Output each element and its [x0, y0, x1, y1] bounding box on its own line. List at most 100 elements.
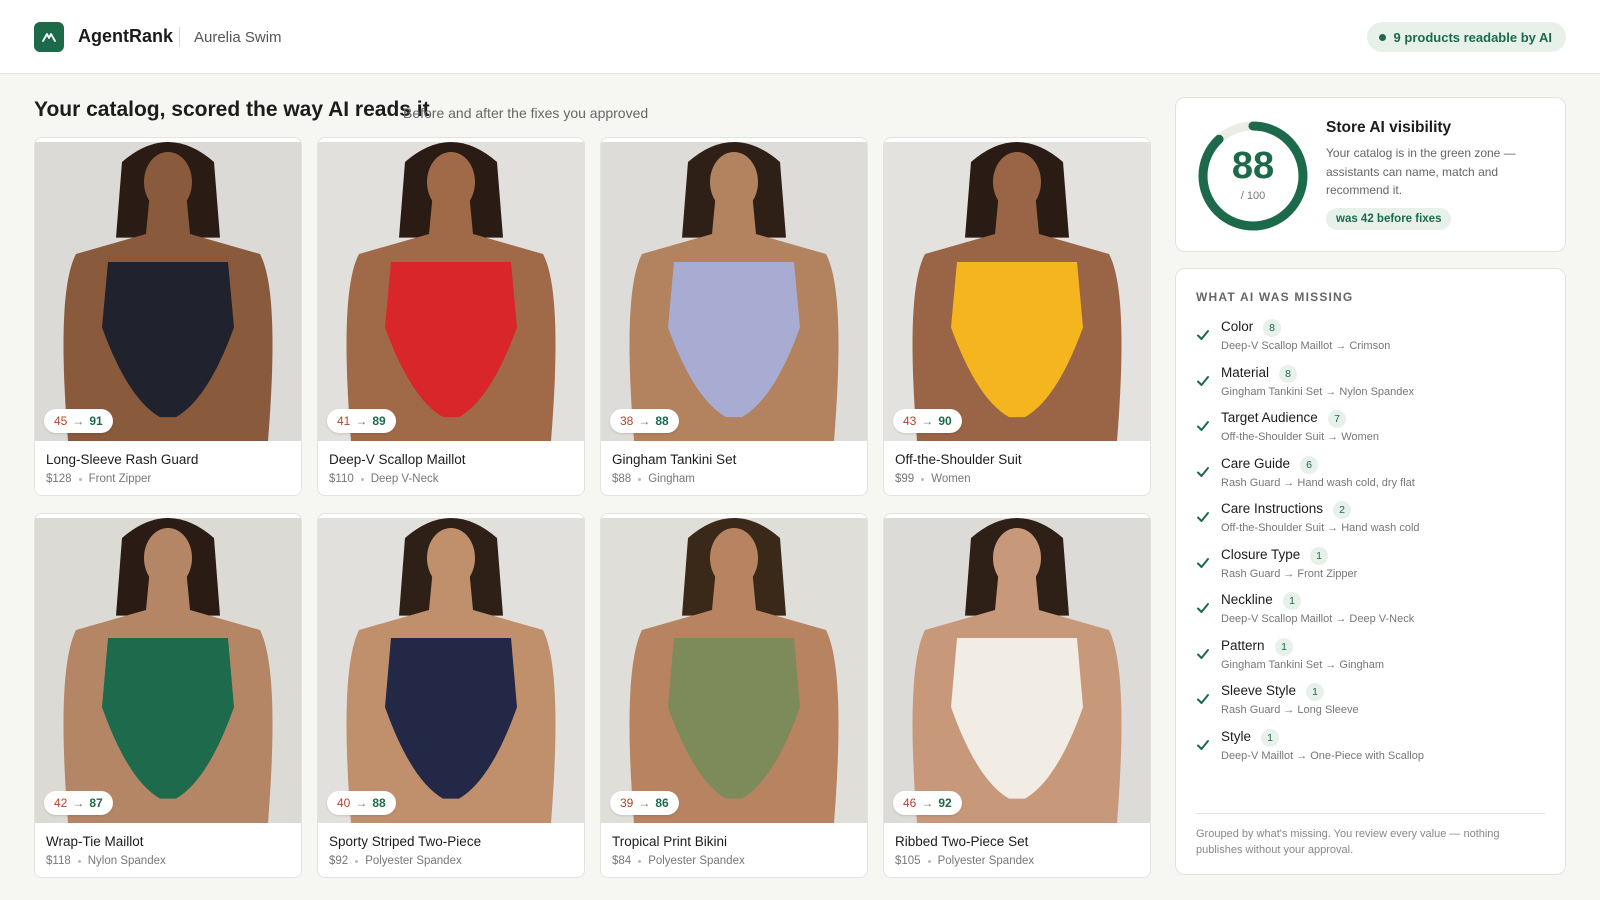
missing-attribute-name: Style [1221, 728, 1252, 744]
missing-example: Gingham Tankini Set → Nylon Spandex [1221, 385, 1415, 398]
missing-count-badge: 1 [1261, 728, 1279, 747]
product-photo[interactable] [35, 518, 301, 823]
model-head [710, 528, 758, 588]
product-photo[interactable] [884, 142, 1150, 441]
missing-item[interactable]: Color 8 Deep-V Scallop Maillot → Crimson [1196, 319, 1536, 363]
missing-attribute-name: Sleeve Style [1221, 683, 1297, 698]
product-photo[interactable] [35, 142, 301, 441]
missing-example: Rash Guard → Hand wash cold, dry flat [1221, 476, 1415, 489]
missing-count-badge: 1 [1306, 683, 1324, 701]
missing-item[interactable]: Pattern 1 Gingham Tankini Set → Gingham [1196, 637, 1536, 682]
visibility-score: 88 [1231, 145, 1275, 187]
missing-example: Deep-V Maillot → One-Piece with Scallop [1221, 749, 1424, 762]
product-card[interactable]: 41 → 89 Deep-V Scallop Maillot $110 Deep V-Ne… [317, 137, 585, 496]
product-meta: $105 Polyester Spandex [895, 855, 1034, 867]
score-after: 88 [655, 414, 669, 428]
model-head [710, 152, 758, 212]
product-photo[interactable] [318, 142, 584, 441]
product-price: $105 [895, 855, 921, 867]
product-price: $99 [895, 473, 915, 485]
missing-attributes-panel: WHAT AI WAS MISSING Color 8 Deep-V Scallop… [1175, 268, 1566, 875]
missing-count-badge: 1 [1310, 546, 1328, 565]
product-meta: $118 Nylon Spandex [46, 855, 166, 867]
product-meta: $88 Gingham [612, 473, 695, 485]
model-head [993, 528, 1041, 588]
product-photo[interactable] [601, 518, 867, 823]
product-photo[interactable] [318, 518, 584, 823]
product-name[interactable]: Gingham Tankini Set [612, 452, 736, 467]
product-price: $110 [329, 473, 354, 485]
product-name[interactable]: Wrap-Tie Maillot [46, 834, 144, 849]
missing-example: Rash Guard → Long Sleeve [1221, 704, 1359, 716]
arrow-right-icon: → [355, 796, 368, 810]
missing-item[interactable]: Style 1 Deep-V Maillot → One-Piece with Sc… [1196, 728, 1536, 773]
missing-example: Off-the-Shoulder Suit → Hand wash cold [1221, 522, 1420, 534]
missing-count-badge: 2 [1333, 501, 1351, 519]
missing-item[interactable]: Care Instructions 2 Off-the-Shoulder Suit … [1196, 501, 1536, 545]
model-head [427, 152, 475, 212]
product-meta: $128 Front Zipper [46, 473, 151, 485]
missing-example: Rash Guard → Front Zipper [1221, 567, 1358, 580]
missing-item[interactable]: Care Guide 6 Rash Guard → Hand wash cold, … [1196, 455, 1536, 500]
product-meta: $92 Polyester Spandex [329, 855, 462, 867]
missing-example: Off-the-Shoulder Suit → Women [1221, 431, 1379, 443]
missing-item[interactable]: Neckline 1 Deep-V Scallop Maillot → Deep V… [1196, 592, 1536, 636]
product-name[interactable]: Tropical Print Bikini [612, 834, 727, 849]
model-head [144, 152, 192, 212]
product-price: $92 [329, 855, 349, 867]
product-name[interactable]: Deep-V Scallop Maillot [329, 452, 466, 467]
missing-example: Deep-V Scallop Maillot → Deep V-Neck [1221, 613, 1415, 625]
readable-status-label: 9 products readable by AI [1393, 29, 1552, 45]
missing-item[interactable]: Material 8 Gingham Tankini Set → Nylon Spa… [1196, 364, 1536, 409]
product-card[interactable]: 40 → 88 Sporty Striped Two-Piece $92 Polyeste… [317, 513, 585, 878]
product-card[interactable]: 46 → 92 Ribbed Two-Piece Set $105 Polyester S… [883, 513, 1151, 878]
arrow-right-icon: → [72, 796, 85, 810]
score-before: 43 [903, 414, 917, 428]
missing-attribute-name: Target Audience [1221, 410, 1318, 425]
visibility-title: Store AI visibility [1326, 119, 1452, 136]
check-icon [1197, 557, 1209, 568]
missing-item[interactable]: Sleeve Style 1 Rash Guard → Long Sleeve [1196, 683, 1536, 727]
missing-example: Deep-V Scallop Maillot → Crimson [1221, 340, 1391, 352]
score-change-badge: 46 → 92 [893, 791, 962, 815]
missing-title: WHAT AI WAS MISSING [1196, 290, 1354, 304]
missing-item[interactable]: Target Audience 7 Off-the-Shoulder Suit → … [1196, 410, 1536, 454]
score-change-badge: 45 → 91 [44, 409, 113, 433]
product-name[interactable]: Sporty Striped Two-Piece [329, 834, 481, 849]
missing-count-badge: 1 [1283, 592, 1301, 610]
top-bar: AgentRank Aurelia Swim 9 products readab… [0, 0, 1600, 74]
score-before: 40 [337, 796, 351, 810]
score-change-badge: 39 → 86 [610, 791, 679, 815]
score-after: 91 [89, 414, 103, 428]
store-name: Aurelia Swim [194, 29, 282, 46]
product-card[interactable]: 43 → 90 Off-the-Shoulder Suit $99 Women [883, 137, 1151, 496]
product-photo[interactable] [884, 518, 1150, 823]
score-after: 87 [89, 796, 103, 810]
app-logo[interactable] [34, 22, 64, 52]
visibility-description: Your catalog is in the green zone — assi… [1326, 146, 1516, 197]
score-before: 41 [337, 414, 351, 428]
panel-divider [1196, 813, 1545, 814]
product-card[interactable]: 45 → 91 Long-Sleeve Rash Guard $128 Front Zip… [34, 137, 302, 496]
separator-dot [355, 859, 359, 863]
product-name[interactable]: Off-the-Shoulder Suit [895, 452, 1022, 467]
score-after: 88 [372, 796, 386, 810]
missing-attribute-name: Care Guide [1221, 455, 1291, 471]
previous-score-badge: was 42 before fixes [1326, 208, 1452, 230]
product-card[interactable]: 42 → 87 Wrap-Tie Maillot $118 Nylon Spandex [34, 513, 302, 878]
product-name[interactable]: Ribbed Two-Piece Set [895, 834, 1028, 849]
readable-status-pill[interactable]: 9 products readable by AI [1366, 22, 1566, 52]
check-icon [1197, 421, 1209, 431]
missing-count-badge: 8 [1263, 319, 1281, 337]
missing-count-badge: 6 [1300, 455, 1318, 474]
product-name[interactable]: Long-Sleeve Rash Guard [46, 452, 198, 467]
product-price: $88 [612, 473, 632, 485]
product-photo[interactable] [601, 142, 867, 441]
score-change-badge: 38 → 88 [610, 409, 679, 433]
visibility-panel: 88 / 100 Store AI visibility Your catalo… [1175, 97, 1566, 252]
score-after: 89 [372, 414, 386, 428]
product-card[interactable]: 38 → 88 Gingham Tankini Set $88 Gingham [600, 137, 868, 496]
check-icon [1197, 739, 1209, 750]
product-card[interactable]: 39 → 86 Tropical Print Bikini $84 Polyester S… [600, 513, 868, 878]
missing-item[interactable]: Closure Type 1 Rash Guard → Front Zipper [1196, 546, 1536, 591]
